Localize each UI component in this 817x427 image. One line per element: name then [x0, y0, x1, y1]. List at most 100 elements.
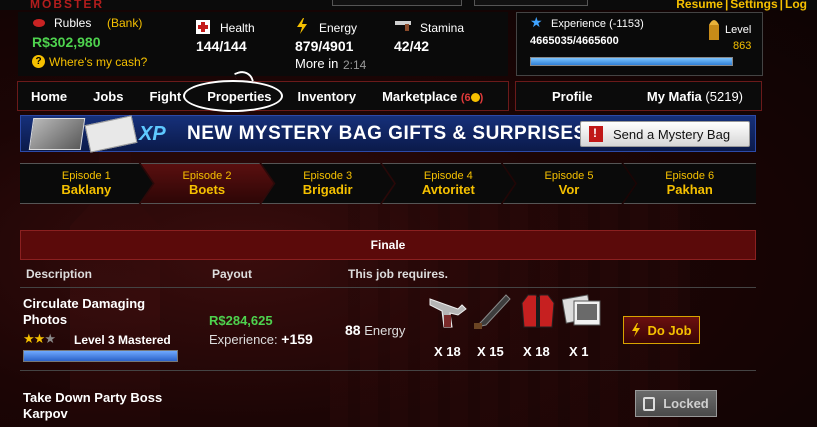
- mystery-bag-icon: [28, 118, 86, 150]
- nav-home[interactable]: Home: [18, 89, 80, 104]
- machete-icon: [474, 294, 511, 329]
- job-row: Circulate Damaging Photos ★★★ Level 3 Ma…: [20, 289, 756, 371]
- experience-label: Experience (-1153): [551, 18, 644, 30]
- energy-icon: [297, 18, 307, 34]
- profile-nav: Profile My Mafia (5219): [515, 81, 762, 111]
- energy-label: Energy: [319, 21, 358, 35]
- requirement-count: X 15: [477, 344, 504, 359]
- episode-name: Vor: [558, 182, 580, 197]
- mastery-stars: ★★★: [23, 331, 56, 346]
- resume-link[interactable]: Resume: [676, 0, 723, 11]
- tab-episode-2[interactable]: Episode 2 Boets: [141, 163, 274, 204]
- health-label: Health: [220, 21, 255, 35]
- jacket-icon: [521, 294, 555, 328]
- nav-marketplace[interactable]: Marketplace (6): [369, 89, 496, 104]
- hand-drawn-circle: [183, 80, 283, 112]
- job-name-line: Take Down Party Boss: [23, 390, 163, 405]
- stamina-icon: [395, 21, 411, 31]
- job-name: Circulate Damaging Photos: [23, 296, 145, 328]
- send-mystery-bag-button[interactable]: Send a Mystery Bag: [580, 121, 750, 147]
- tab-episode-4[interactable]: Episode 4 Avtoritet: [382, 163, 515, 204]
- level-value: 863: [733, 40, 752, 52]
- top-tab-box: [474, 0, 588, 6]
- tab-episode-6[interactable]: Episode 6 Pakhan: [623, 163, 757, 204]
- level-label: Level: [725, 24, 752, 36]
- job-energy: 88 Energy: [345, 322, 405, 338]
- bank-link[interactable]: (Bank): [107, 16, 142, 30]
- gift-icon: [589, 126, 603, 142]
- experience-bar: [530, 57, 733, 66]
- star-icon: ★: [530, 14, 543, 30]
- stamina-label: Stamina: [420, 21, 465, 35]
- nav-jobs[interactable]: Jobs: [80, 89, 136, 104]
- job-name-line: Karpov: [23, 406, 68, 421]
- episode-number: Episode 3: [303, 170, 353, 182]
- tab-episode-1[interactable]: Episode 1 Baklany: [20, 163, 153, 204]
- rubles-value: R$302,980: [32, 34, 101, 50]
- job-payout: R$284,625: [209, 313, 273, 328]
- settings-link[interactable]: Settings: [730, 0, 777, 11]
- experience-value: +159: [281, 331, 313, 347]
- nav-profile[interactable]: Profile: [552, 89, 592, 104]
- episode-number: Episode 2: [182, 170, 232, 182]
- episode-name: Avtoritet: [421, 182, 475, 197]
- energy-timer: 2:14: [343, 58, 367, 72]
- episode-number: Episode 5: [544, 170, 594, 182]
- energy-cost-label: Energy: [364, 323, 406, 338]
- header-description: Description: [26, 267, 93, 281]
- episode-number: Episode 4: [423, 170, 473, 182]
- rubles-label: Rubles: [54, 16, 92, 30]
- photos-icon: [562, 294, 601, 326]
- episode-number: Episode 1: [61, 170, 111, 182]
- coin-icon: [470, 92, 480, 102]
- my-mafia-label: My Mafia: [646, 88, 702, 104]
- rubles-icon: [33, 19, 45, 27]
- job-name-line: Photos: [23, 312, 68, 327]
- marketplace-count: 6: [464, 91, 471, 104]
- health-value: 144/144: [196, 38, 247, 54]
- job-table-header: Description Payout This job requires.: [20, 266, 756, 288]
- do-job-button[interactable]: Do Job: [623, 316, 700, 344]
- mastery-label: Level 3 Mastered: [74, 333, 171, 347]
- promo-banner[interactable]: XP NEW MYSTERY BAG GIFTS & SURPRISES! Se…: [20, 115, 756, 153]
- game-logo: MOBSTER: [30, 0, 104, 11]
- log-link[interactable]: Log: [785, 0, 807, 11]
- header-requirements: This job requires.: [348, 267, 449, 281]
- do-job-label: Do Job: [647, 322, 692, 338]
- banner-title: NEW MYSTERY BAG GIFTS & SURPRISES!: [187, 123, 594, 144]
- job-row: Take Down Party Boss Karpov Locked: [20, 378, 756, 427]
- requirement-count: X 1: [569, 344, 589, 359]
- daily-chance-card: [84, 115, 138, 153]
- experience-value: 4665035/4665600: [530, 35, 619, 47]
- marketplace-badge: (6): [460, 91, 484, 104]
- nav-marketplace-label: Marketplace: [382, 88, 458, 104]
- episode-name: Brigadir: [302, 182, 353, 197]
- mastery-bar: [23, 350, 178, 362]
- episode-name: Baklany: [61, 182, 112, 197]
- job-name-line: Circulate Damaging: [23, 296, 146, 311]
- more-in-label: More in: [295, 56, 339, 71]
- requirement-count: X 18: [523, 344, 550, 359]
- episode-tabs: Episode 1 Baklany Episode 2 Boets Episod…: [20, 163, 757, 204]
- stamina-value: 42/42: [394, 38, 430, 54]
- energy-cost: 88: [345, 322, 361, 338]
- nav-my-mafia[interactable]: My Mafia (5219): [647, 89, 743, 104]
- experience-label: Experience:: [209, 332, 278, 347]
- experience-bar-fill: [531, 58, 732, 65]
- wheres-my-cash-link[interactable]: Where's my cash?: [49, 55, 147, 69]
- top-tab-box: [332, 0, 462, 6]
- health-icon: [196, 20, 210, 34]
- energy-value: 879/4901: [295, 38, 354, 54]
- experience-panel: ★ Experience (-1153) 4665035/4665600 Lev…: [516, 12, 763, 76]
- level-bullet-icon: [709, 20, 719, 40]
- tab-episode-3[interactable]: Episode 3 Brigadir: [261, 163, 394, 204]
- tab-episode-5[interactable]: Episode 5 Vor: [503, 163, 636, 204]
- requirement-count: X 18: [434, 344, 461, 359]
- stats-bar: Rubles (Bank) R$302,980 ? Where's my cas…: [18, 12, 508, 76]
- banner-xp-tag: XP: [139, 123, 166, 145]
- send-mystery-bag-label: Send a Mystery Bag: [613, 126, 731, 142]
- episode-number: Episode 6: [665, 170, 715, 182]
- nav-inventory[interactable]: Inventory: [285, 89, 370, 104]
- help-icon: ?: [32, 55, 45, 68]
- job-name: Take Down Party Boss Karpov: [23, 390, 162, 422]
